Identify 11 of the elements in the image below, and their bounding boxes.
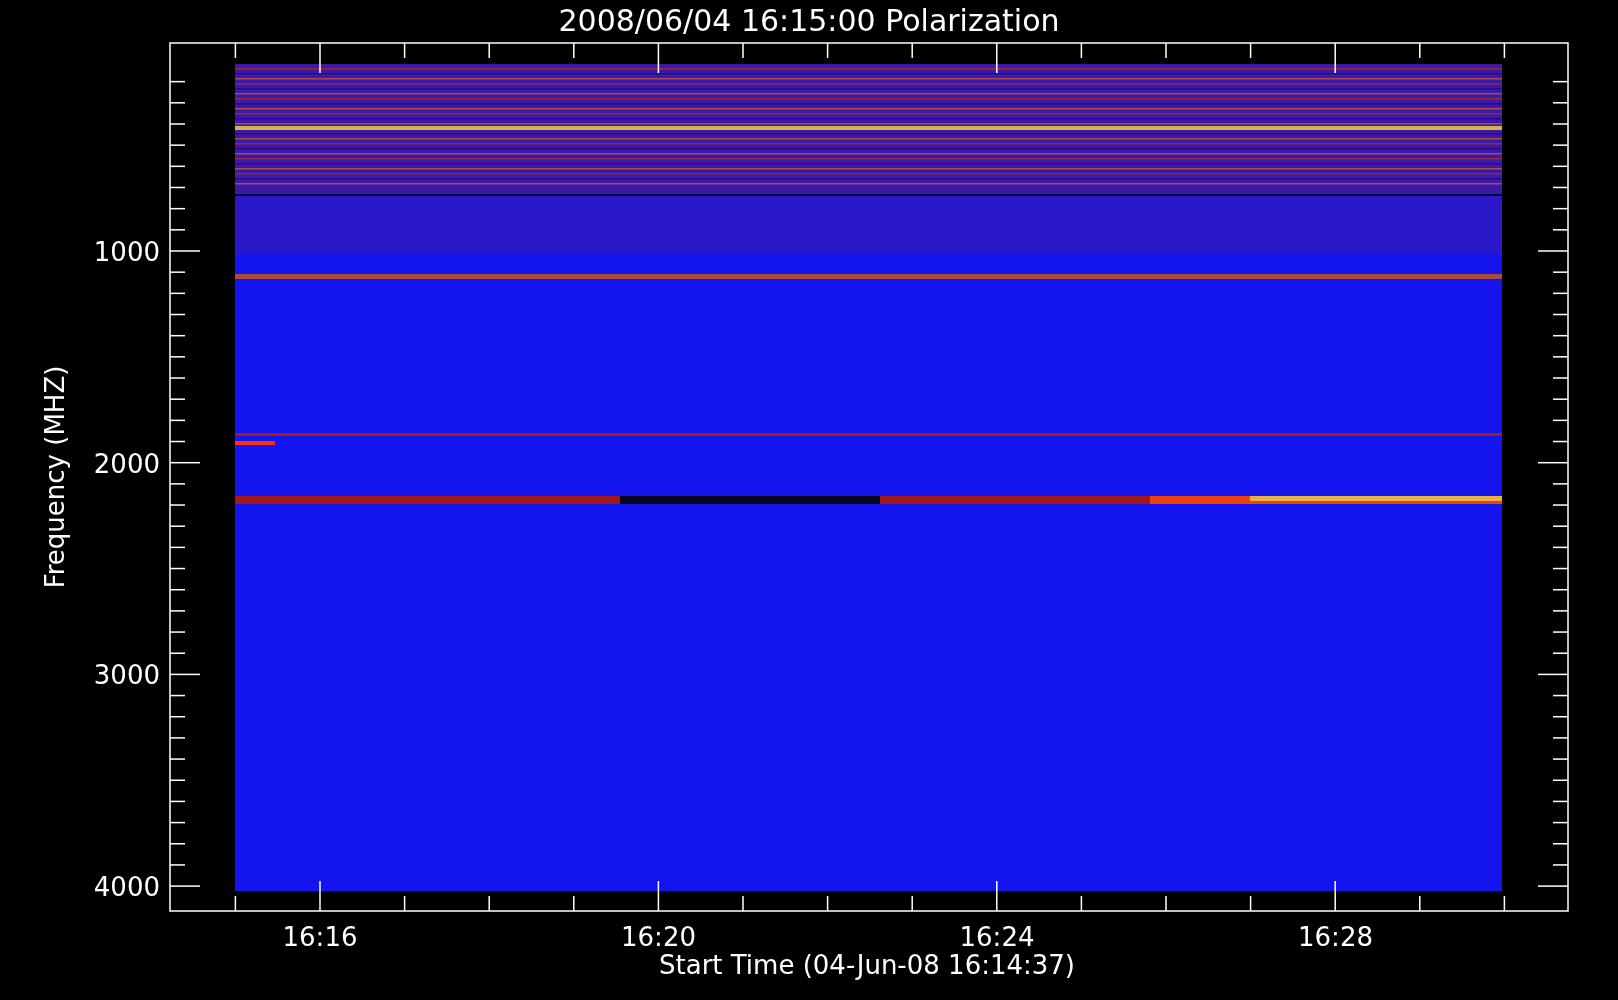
y-tick-label: 1000 <box>93 237 160 267</box>
y-tick-label: 4000 <box>93 872 160 903</box>
y-axis-label: Frequency (MHZ) <box>40 365 70 589</box>
x-axis-label: Start Time (04-Jun-08 16:14:37) <box>659 950 1075 980</box>
x-tick-label: 16:20 <box>621 922 696 952</box>
x-tick-label: 16:24 <box>959 922 1035 952</box>
x-tick-label: 16:28 <box>1298 922 1373 952</box>
y-tick-label: 3000 <box>93 660 160 691</box>
y-tick-label: 2000 <box>93 448 160 479</box>
x-tick-label: 16:16 <box>282 922 358 952</box>
plot-title: 2008/06/04 16:15:00 Polarization <box>558 3 1060 38</box>
